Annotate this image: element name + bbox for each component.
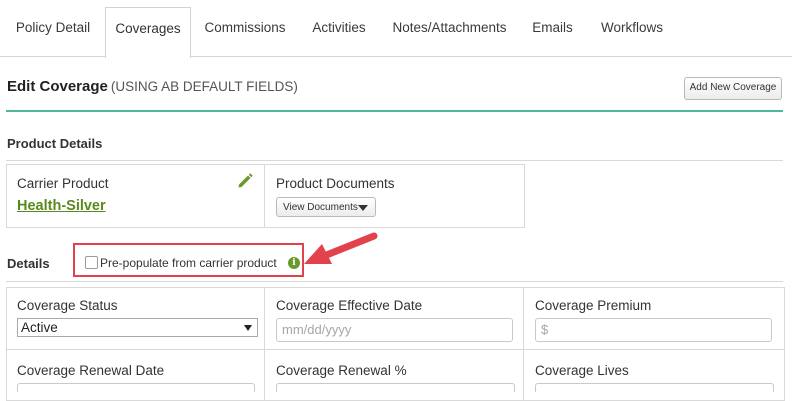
- renewal-date-label: Coverage Renewal Date: [17, 363, 165, 378]
- section-divider: [6, 160, 783, 161]
- details-heading: Details: [7, 256, 50, 271]
- prepopulate-label[interactable]: Pre-populate from carrier product: [100, 256, 277, 270]
- coverage-status-value: Active: [21, 320, 58, 335]
- header-divider: [6, 110, 783, 112]
- page-title: Edit Coverage (USING AB DEFAULT FIELDS): [7, 78, 298, 95]
- coverage-status-label: Coverage Status: [17, 298, 118, 313]
- premium-input[interactable]: $: [535, 318, 772, 342]
- section-divider: [6, 281, 783, 282]
- tab-policy-detail[interactable]: Policy Detail: [7, 7, 99, 56]
- add-new-coverage-button[interactable]: Add New Coverage: [684, 77, 782, 100]
- tab-activities[interactable]: Activities: [303, 7, 375, 56]
- renewal-pct-input[interactable]: [276, 383, 515, 392]
- page-subtitle: (USING AB DEFAULT FIELDS): [110, 79, 298, 94]
- lives-label: Coverage Lives: [535, 363, 629, 378]
- product-documents-label: Product Documents: [276, 176, 395, 191]
- carrier-product-cell: [6, 164, 266, 228]
- tab-coverages[interactable]: Coverages: [105, 7, 191, 58]
- lives-input[interactable]: [535, 383, 774, 392]
- carrier-product-link[interactable]: Health-Silver: [17, 198, 106, 214]
- premium-label: Coverage Premium: [535, 298, 652, 313]
- tab-emails[interactable]: Emails: [524, 7, 581, 56]
- tab-workflows[interactable]: Workflows: [592, 7, 672, 56]
- coverage-status-select[interactable]: Active: [17, 318, 258, 337]
- tab-commissions[interactable]: Commissions: [198, 7, 292, 56]
- caret-down-icon: [358, 205, 368, 211]
- page-title-text: Edit Coverage: [7, 78, 108, 95]
- product-documents-cell: [264, 164, 525, 228]
- renewal-pct-label: Coverage Renewal %: [276, 363, 407, 378]
- view-documents-label: View Documents: [283, 202, 358, 213]
- info-icon[interactable]: i: [288, 257, 300, 269]
- effective-date-input[interactable]: mm/dd/yyyy: [276, 318, 513, 342]
- prepopulate-checkbox[interactable]: [85, 256, 98, 269]
- tab-notes-attachments[interactable]: Notes/Attachments: [386, 7, 513, 56]
- tab-bar: Policy Detail Coverages Commissions Acti…: [0, 0, 792, 58]
- chevron-down-icon: [244, 325, 252, 331]
- effective-date-label: Coverage Effective Date: [276, 298, 423, 313]
- renewal-date-input[interactable]: [17, 383, 255, 392]
- product-details-heading: Product Details: [7, 136, 103, 151]
- carrier-product-label: Carrier Product: [17, 176, 109, 191]
- view-documents-button[interactable]: View Documents: [276, 197, 376, 217]
- arrow-callout-icon: [304, 232, 378, 264]
- pencil-icon[interactable]: [236, 171, 254, 189]
